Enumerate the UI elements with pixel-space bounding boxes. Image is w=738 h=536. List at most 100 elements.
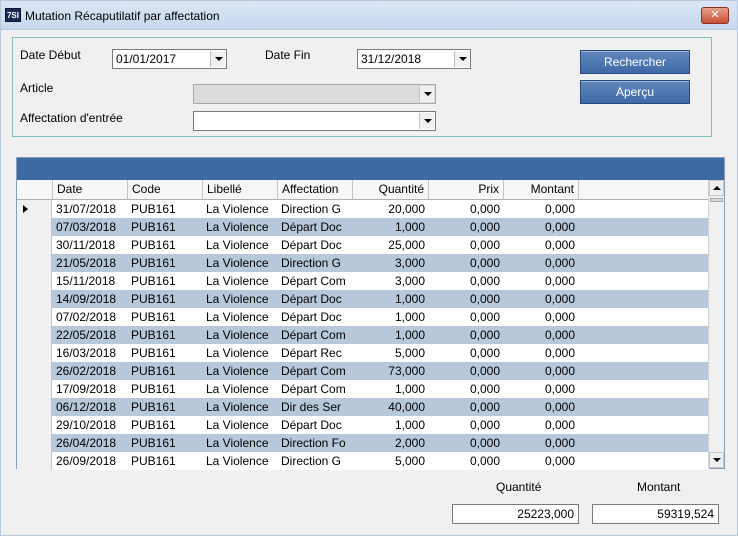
cell-quantite[interactable]: 2,000: [353, 434, 429, 452]
cell-affectation[interactable]: Départ Doc: [278, 290, 353, 308]
table-row[interactable]: 07/03/2018 PUB161 La Violence Départ Doc 1,0…: [17, 218, 709, 236]
cell-prix[interactable]: 0,000: [429, 416, 504, 434]
cell-affectation[interactable]: Départ Rec: [278, 344, 353, 362]
cell-quantite[interactable]: 20,000: [353, 200, 429, 218]
table-row[interactable]: 26/09/2018 PUB161 La Violence Direction G 5,…: [17, 452, 709, 470]
cell-date[interactable]: 29/10/2018: [53, 416, 128, 434]
cell-prix[interactable]: 0,000: [429, 434, 504, 452]
table-row[interactable]: 22/05/2018 PUB161 La Violence Départ Com 1,0…: [17, 326, 709, 344]
cell-affectation[interactable]: Départ Doc: [278, 308, 353, 326]
cell-libelle[interactable]: La Violence: [203, 308, 278, 326]
cell-prix[interactable]: 0,000: [429, 452, 504, 470]
row-selector[interactable]: [17, 236, 52, 254]
chevron-down-icon[interactable]: [454, 51, 469, 67]
cell-date[interactable]: 26/02/2018: [53, 362, 128, 380]
cell-code[interactable]: PUB161: [128, 218, 203, 236]
cell-quantite[interactable]: 1,000: [353, 308, 429, 326]
cell-code[interactable]: PUB161: [128, 200, 203, 218]
cell-montant[interactable]: 0,000: [504, 218, 579, 236]
cell-date[interactable]: 06/12/2018: [53, 398, 128, 416]
cell-affectation[interactable]: Départ Doc: [278, 416, 353, 434]
cell-libelle[interactable]: La Violence: [203, 362, 278, 380]
cell-libelle[interactable]: La Violence: [203, 380, 278, 398]
scroll-up-icon[interactable]: [709, 180, 724, 196]
cell-montant[interactable]: 0,000: [504, 380, 579, 398]
cell-prix[interactable]: 0,000: [429, 254, 504, 272]
column-header-prix[interactable]: Prix: [429, 180, 504, 200]
affectation-select[interactable]: [193, 111, 436, 131]
column-header-libelle[interactable]: Libellé: [203, 180, 278, 200]
cell-montant[interactable]: 0,000: [504, 344, 579, 362]
row-selector[interactable]: [17, 290, 52, 308]
cell-prix[interactable]: 0,000: [429, 272, 504, 290]
cell-libelle[interactable]: La Violence: [203, 200, 278, 218]
cell-montant[interactable]: 0,000: [504, 290, 579, 308]
cell-date[interactable]: 15/11/2018: [53, 272, 128, 290]
cell-affectation[interactable]: Direction Fo: [278, 434, 353, 452]
table-row[interactable]: 29/10/2018 PUB161 La Violence Départ Doc 1,0…: [17, 416, 709, 434]
cell-affectation[interactable]: Direction G: [278, 452, 353, 470]
cell-affectation[interactable]: Dir des Ser: [278, 398, 353, 416]
column-header-montant[interactable]: Montant: [504, 180, 579, 200]
cell-prix[interactable]: 0,000: [429, 362, 504, 380]
cell-montant[interactable]: 0,000: [504, 452, 579, 470]
cell-quantite[interactable]: 25,000: [353, 236, 429, 254]
cell-quantite[interactable]: 3,000: [353, 272, 429, 290]
apercu-button[interactable]: Aperçu: [580, 80, 690, 104]
row-selector[interactable]: [17, 344, 52, 362]
table-row[interactable]: 15/11/2018 PUB161 La Violence Départ Com 3,0…: [17, 272, 709, 290]
cell-prix[interactable]: 0,000: [429, 236, 504, 254]
cell-prix[interactable]: 0,000: [429, 326, 504, 344]
cell-quantite[interactable]: 1,000: [353, 326, 429, 344]
row-selector[interactable]: [17, 308, 52, 326]
title-bar[interactable]: 7SI Mutation Récaputilatif par affectati…: [1, 1, 737, 30]
cell-montant[interactable]: 0,000: [504, 254, 579, 272]
table-row[interactable]: 06/12/2018 PUB161 La Violence Dir des Ser 40…: [17, 398, 709, 416]
table-row[interactable]: 16/03/2018 PUB161 La Violence Départ Rec 5,0…: [17, 344, 709, 362]
cell-date[interactable]: 21/05/2018: [53, 254, 128, 272]
column-header-code[interactable]: Code: [128, 180, 203, 200]
cell-montant[interactable]: 0,000: [504, 272, 579, 290]
cell-montant[interactable]: 0,000: [504, 434, 579, 452]
cell-affectation[interactable]: Direction G: [278, 200, 353, 218]
cell-prix[interactable]: 0,000: [429, 290, 504, 308]
results-grid[interactable]: Date Code Libellé Affectation Quantité P…: [16, 157, 725, 470]
cell-quantite[interactable]: 40,000: [353, 398, 429, 416]
cell-quantite[interactable]: 73,000: [353, 362, 429, 380]
cell-code[interactable]: PUB161: [128, 380, 203, 398]
cell-libelle[interactable]: La Violence: [203, 326, 278, 344]
rechercher-button[interactable]: Rechercher: [580, 50, 690, 74]
cell-prix[interactable]: 0,000: [429, 398, 504, 416]
vertical-scrollbar[interactable]: [708, 180, 724, 468]
cell-prix[interactable]: 0,000: [429, 200, 504, 218]
cell-montant[interactable]: 0,000: [504, 362, 579, 380]
chevron-down-icon[interactable]: [419, 86, 434, 102]
cell-libelle[interactable]: La Violence: [203, 236, 278, 254]
row-selector[interactable]: [17, 452, 52, 470]
chevron-down-icon[interactable]: [210, 51, 225, 67]
row-selector[interactable]: [17, 272, 52, 290]
row-selector[interactable]: [17, 326, 52, 344]
table-row[interactable]: 31/07/2018 PUB161 La Violence Direction G 20…: [17, 200, 709, 218]
table-row[interactable]: 30/11/2018 PUB161 La Violence Départ Doc 25,…: [17, 236, 709, 254]
cell-libelle[interactable]: La Violence: [203, 434, 278, 452]
cell-affectation[interactable]: Départ Com: [278, 272, 353, 290]
table-row[interactable]: 21/05/2018 PUB161 La Violence Direction G 3,…: [17, 254, 709, 272]
cell-libelle[interactable]: La Violence: [203, 272, 278, 290]
cell-affectation[interactable]: Départ Doc: [278, 236, 353, 254]
cell-code[interactable]: PUB161: [128, 452, 203, 470]
cell-affectation[interactable]: Départ Doc: [278, 218, 353, 236]
cell-quantite[interactable]: 5,000: [353, 344, 429, 362]
cell-code[interactable]: PUB161: [128, 362, 203, 380]
cell-libelle[interactable]: La Violence: [203, 452, 278, 470]
cell-quantite[interactable]: 1,000: [353, 218, 429, 236]
row-selector[interactable]: [17, 200, 52, 218]
cell-montant[interactable]: 0,000: [504, 236, 579, 254]
cell-code[interactable]: PUB161: [128, 290, 203, 308]
cell-quantite[interactable]: 1,000: [353, 416, 429, 434]
table-row[interactable]: 14/09/2018 PUB161 La Violence Départ Doc 1,0…: [17, 290, 709, 308]
cell-date[interactable]: 26/04/2018: [53, 434, 128, 452]
cell-affectation[interactable]: Départ Com: [278, 380, 353, 398]
cell-date[interactable]: 16/03/2018: [53, 344, 128, 362]
cell-date[interactable]: 07/03/2018: [53, 218, 128, 236]
